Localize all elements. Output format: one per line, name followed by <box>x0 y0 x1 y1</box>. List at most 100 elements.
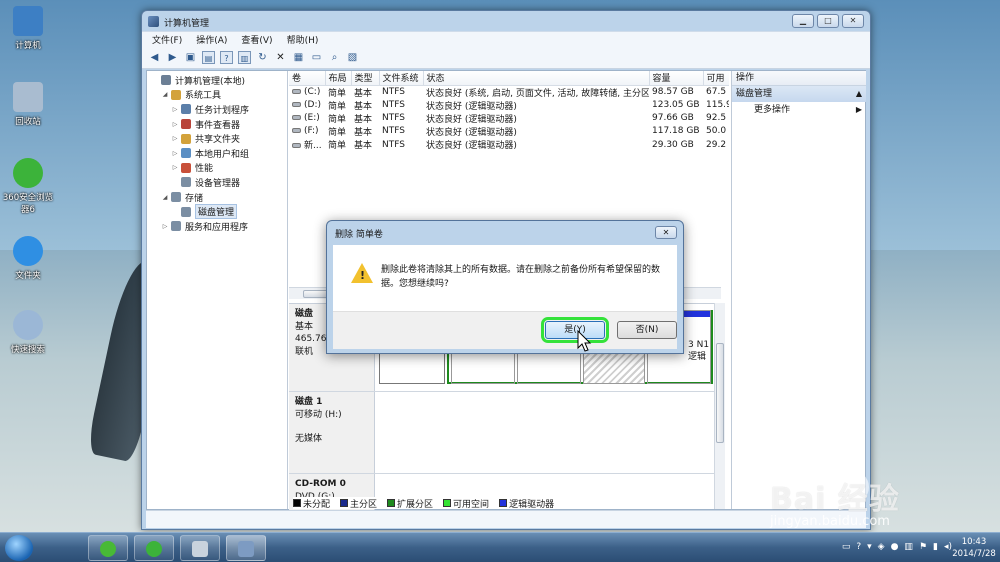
table-row[interactable]: (F:) 简单 基本 NTFS 状态良好 (逻辑驱动器) 117.18 GB 50.0 <box>289 125 729 138</box>
computer-management-icon <box>148 16 159 27</box>
media-player-icon <box>192 541 208 557</box>
search-icon[interactable]: ⌕ <box>328 51 341 64</box>
scrollbar-thumb[interactable] <box>716 343 724 443</box>
desktop-icon-search[interactable]: 快速搜索 <box>0 310 56 355</box>
dialog-body: ! 删除此卷将清除其上的所有数据。请在删除之前备份所有希望保留的数据。您想继续吗… <box>333 245 677 311</box>
360-tray-icon[interactable]: ● <box>891 542 899 552</box>
browser-360-icon <box>13 158 43 188</box>
tree-expand-arrow-icon[interactable]: ◢ <box>161 194 169 201</box>
tree-node-icon <box>161 75 171 86</box>
tree-expand-arrow-icon[interactable]: ◢ <box>161 91 169 98</box>
legend-swatch <box>443 498 452 507</box>
flag-icon[interactable]: ⚑ <box>919 542 927 552</box>
table-cell: 基本 <box>354 114 373 125</box>
dialog-footer: 是(Y) 否(N) <box>333 311 677 349</box>
tree-expand-arrow-icon[interactable]: ▷ <box>171 135 179 142</box>
menu-view[interactable]: 查看(V) <box>241 33 272 46</box>
tree-item[interactable]: 计算机管理(本地) <box>147 73 287 88</box>
table-cell: 状态良好 (逻辑驱动器) <box>426 141 517 152</box>
column-header[interactable]: 文件系统 <box>379 71 424 86</box>
actions-section-disk-management[interactable]: 磁盘管理 ▲ <box>732 86 866 102</box>
desktop-icon-folder[interactable]: 文件夹 <box>0 236 56 281</box>
tree-expand-arrow-icon[interactable]: ▷ <box>171 106 179 113</box>
tree-item[interactable]: ◢ 系统工具 <box>147 88 287 103</box>
help-tray-icon[interactable]: ? <box>856 542 861 552</box>
browser-360-icon <box>146 541 162 557</box>
table-row[interactable]: (C:) 简单 基本 NTFS 状态良好 (系统, 启动, 页面文件, 活动, 故障转储… <box>289 85 729 99</box>
actions-header: 操作 <box>732 71 866 86</box>
volume-icon[interactable]: ◂) <box>944 542 952 552</box>
menu-file[interactable]: 文件(F) <box>152 33 182 46</box>
menu-action[interactable]: 操作(A) <box>196 33 227 46</box>
column-header[interactable]: 布局 <box>325 71 352 86</box>
table-row[interactable]: (E:) 简单 基本 NTFS 状态良好 (逻辑驱动器) 97.66 GB 92.5 <box>289 112 729 125</box>
security-shield-icon[interactable]: ◈ <box>878 542 885 552</box>
desktop-icon-360-browser[interactable]: 360安全浏览器6 <box>0 158 56 215</box>
table-row[interactable]: (D:) 简单 基本 NTFS 状态良好 (逻辑驱动器) 123.05 GB 115.9 <box>289 99 729 112</box>
minimize-button[interactable]: ▁ <box>792 14 814 28</box>
tree-item[interactable]: ▷ 共享文件夹 <box>147 131 287 146</box>
taskbar-360-browser[interactable] <box>134 535 174 561</box>
show-hide-tree-icon[interactable]: ▤ <box>202 51 215 64</box>
refresh-icon[interactable]: ↻ <box>256 51 269 64</box>
table-cell: NTFS <box>382 87 405 97</box>
column-header[interactable]: 可用 <box>703 71 729 86</box>
drive-icon <box>292 115 301 121</box>
taskbar-media[interactable] <box>180 535 220 561</box>
signal-icon[interactable]: ▮ <box>933 542 938 552</box>
window-title: 计算机管理 <box>164 19 210 29</box>
tree-item[interactable]: ▷ 本地用户和组 <box>147 146 287 161</box>
tree-expand-arrow-icon[interactable]: ▷ <box>171 164 179 171</box>
tray-expand-icon[interactable]: ▾ <box>867 542 872 552</box>
start-button[interactable] <box>5 535 33 561</box>
delete-icon[interactable]: ✕ <box>274 51 287 64</box>
tree-expand-arrow-icon[interactable]: ▷ <box>171 121 179 128</box>
partition-new-status: 逻辑 <box>688 352 707 362</box>
yes-button[interactable]: 是(Y) <box>541 317 609 343</box>
help-icon[interactable]: ? <box>220 51 233 64</box>
maximize-button[interactable]: □ <box>817 14 839 28</box>
tree-expand-arrow-icon[interactable]: ▷ <box>171 150 179 157</box>
column-header[interactable]: 状态 <box>423 71 650 86</box>
dialog-close-button[interactable]: ✕ <box>655 226 677 239</box>
tree-item[interactable]: 磁盘管理 <box>147 204 287 220</box>
desktop-icon-recycle-bin[interactable]: 回收站 <box>0 82 56 127</box>
taskbar-360-guard[interactable] <box>88 535 128 561</box>
open-folder-icon[interactable]: ▭ <box>310 51 323 64</box>
tree-item[interactable]: ◢ 存储 <box>147 190 287 205</box>
desktop-icon-computer[interactable]: 计算机 <box>0 6 56 51</box>
taskbar-computer-management[interactable] <box>226 535 266 561</box>
menu-help[interactable]: 帮助(H) <box>287 33 319 46</box>
table-cell: 简单 <box>328 114 347 125</box>
no-button[interactable]: 否(N) <box>617 321 677 339</box>
disk-1-row[interactable]: 磁盘 1 可移动 (H:) 无媒体 <box>289 392 715 474</box>
show-hide-action-icon[interactable]: ▥ <box>238 51 251 64</box>
tree-item[interactable]: 设备管理器 <box>147 175 287 190</box>
close-button[interactable]: ✕ <box>842 14 864 28</box>
actions-pane: 操作 磁盘管理 ▲ 更多操作 ▶ <box>731 71 866 509</box>
tree-expand-arrow-icon[interactable]: ▷ <box>161 223 169 230</box>
column-header[interactable]: 类型 <box>351 71 380 86</box>
up-folder-icon[interactable]: ▣ <box>184 51 197 64</box>
forward-arrow-icon[interactable]: ▶ <box>166 51 179 64</box>
tree-item[interactable]: ▷ 服务和应用程序 <box>147 219 287 234</box>
back-arrow-icon[interactable]: ◀ <box>148 51 161 64</box>
rescan-disks-icon[interactable]: ▧ <box>346 51 359 64</box>
column-header[interactable]: 容量 <box>649 71 704 86</box>
tree-item[interactable]: ▷ 性能 <box>147 161 287 176</box>
column-header[interactable]: 卷 <box>289 71 326 86</box>
table-cell: 简单 <box>328 88 347 99</box>
table-row[interactable]: 新... 简单 基本 NTFS 状态良好 (逻辑驱动器) 29.30 GB 29.2 <box>289 138 729 151</box>
disk-view-vertical-scrollbar[interactable] <box>714 303 725 509</box>
keyboard-icon[interactable]: ▭ <box>842 542 851 552</box>
volume-name: (F:) <box>304 126 319 137</box>
tree-item[interactable]: ▷ 事件查看器 <box>147 117 287 132</box>
recycle-bin-icon <box>13 82 43 112</box>
window-titlebar[interactable]: 计算机管理 ▁ □ ✕ <box>142 11 870 31</box>
properties-icon[interactable]: ▦ <box>292 51 305 64</box>
taskbar-clock[interactable]: 10:43 2014/7/28 <box>952 536 996 560</box>
actions-more[interactable]: 更多操作 ▶ <box>732 102 866 118</box>
network-icon[interactable]: ▥ <box>904 542 913 552</box>
tree-item[interactable]: ▷ 任务计划程序 <box>147 102 287 117</box>
tree-node-icon <box>181 206 191 217</box>
